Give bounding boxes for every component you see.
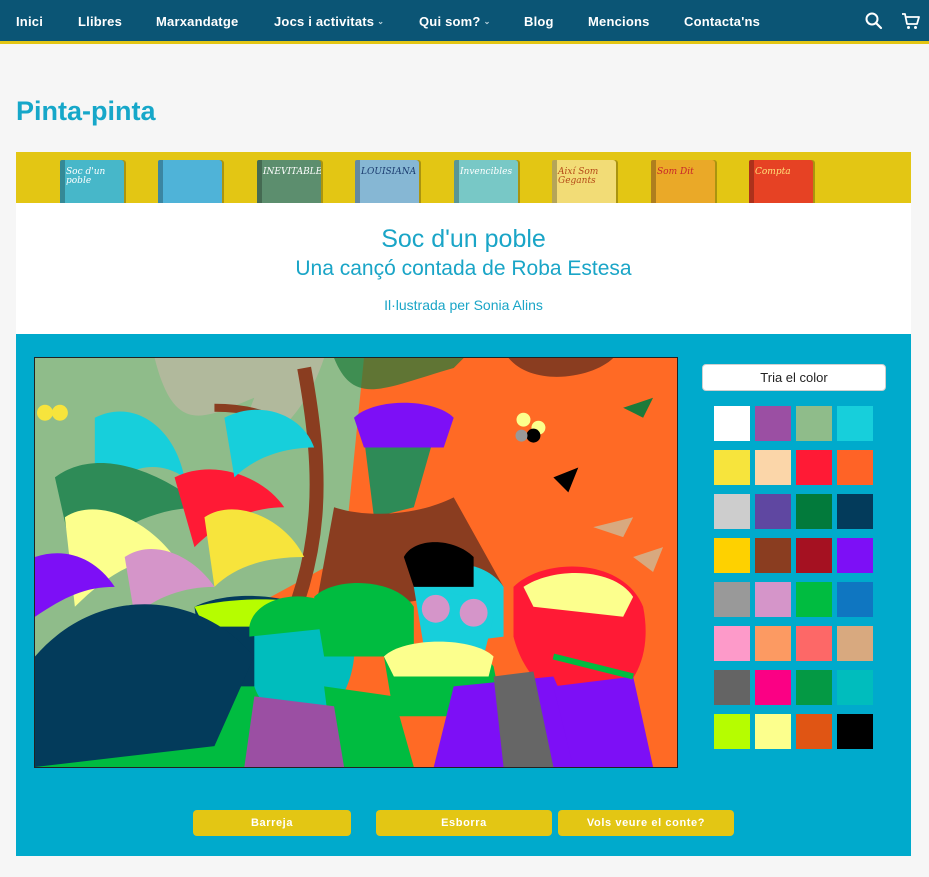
top-navigation: Inici Llibres Marxandatge Jocs i activit… xyxy=(0,0,929,44)
book-cover-title: Compta xyxy=(755,167,791,177)
book-cover[interactable]: Compta xyxy=(749,160,813,203)
coloring-panel: Tria el color Barreja Esborra Vols veure… xyxy=(16,334,911,856)
color-swatch[interactable] xyxy=(755,450,791,485)
nav-label: Blog xyxy=(524,14,554,29)
book-cover[interactable]: Som Dit xyxy=(651,160,715,203)
nav-mencions[interactable]: Mencions xyxy=(588,14,650,29)
color-swatch[interactable] xyxy=(714,714,750,749)
color-swatch[interactable] xyxy=(714,538,750,573)
color-swatch[interactable] xyxy=(837,494,873,529)
cart-icon[interactable] xyxy=(901,11,921,31)
color-swatch[interactable] xyxy=(755,670,791,705)
color-swatch[interactable] xyxy=(796,406,832,441)
coloring-canvas[interactable] xyxy=(34,357,678,768)
color-swatch[interactable] xyxy=(796,670,832,705)
nav-label: Inici xyxy=(16,14,44,29)
color-swatch[interactable] xyxy=(755,538,791,573)
color-swatch[interactable] xyxy=(796,450,832,485)
nav-label: Qui som? xyxy=(419,14,481,29)
color-swatch[interactable] xyxy=(796,626,832,661)
color-swatch[interactable] xyxy=(714,406,750,441)
book-cover[interactable]: Així Som Gegants xyxy=(552,160,616,203)
nav-label: Jocs i activitats xyxy=(274,14,375,29)
color-swatch[interactable] xyxy=(714,626,750,661)
color-swatch[interactable] xyxy=(796,538,832,573)
book-cover-title: INEVITABLE xyxy=(263,167,321,177)
color-swatch[interactable] xyxy=(796,714,832,749)
book-cover-title: Invencibles xyxy=(460,167,513,177)
color-swatch[interactable] xyxy=(755,406,791,441)
book-cover[interactable]: INEVITABLE xyxy=(257,160,321,203)
book-heading: Soc d'un poble Una cançó contada de Roba… xyxy=(16,203,911,334)
book-cover[interactable]: Invencibles xyxy=(454,160,518,203)
nav-blog[interactable]: Blog xyxy=(524,14,554,29)
book-title: Soc d'un poble xyxy=(381,225,546,253)
book-cover[interactable]: LOUISIANA xyxy=(355,160,419,203)
nav-inici[interactable]: Inici xyxy=(16,14,43,29)
color-swatch[interactable] xyxy=(796,582,832,617)
book-cover[interactable] xyxy=(158,160,222,203)
color-swatch[interactable] xyxy=(714,582,750,617)
nav-jocs-i-activitats[interactable]: Jocs i activitats ⌄ xyxy=(274,14,384,29)
nav-marxandatge[interactable]: Marxandatge xyxy=(156,14,238,29)
color-swatch[interactable] xyxy=(837,626,873,661)
book-subtitle: Una cançó contada de Roba Estesa xyxy=(295,257,632,280)
color-swatch[interactable] xyxy=(755,582,791,617)
nav-label: Mencions xyxy=(588,14,650,29)
color-swatch[interactable] xyxy=(837,450,873,485)
color-swatch[interactable] xyxy=(837,670,873,705)
nav-contactans[interactable]: Contacta'ns xyxy=(684,14,760,29)
chevron-down-icon: ⌄ xyxy=(377,17,385,26)
book-cover-title: Així Som Gegants xyxy=(558,167,599,186)
book-cover-title: Soc d'un poble xyxy=(66,167,106,186)
nav-label: Llibres xyxy=(78,14,123,29)
page-title: Pinta-pinta xyxy=(16,96,156,126)
erase-button[interactable]: Esborra xyxy=(376,810,552,836)
color-swatch[interactable] xyxy=(837,582,873,617)
nav-label: Marxandatge xyxy=(156,14,239,29)
book-cover[interactable]: Soc d'un poble xyxy=(60,160,124,203)
view-story-button[interactable]: Vols veure el conte? xyxy=(558,810,734,836)
nav-qui-som[interactable]: Qui som? ⌄ xyxy=(419,14,490,29)
nav-llibres[interactable]: Llibres xyxy=(78,14,122,29)
shuffle-button[interactable]: Barreja xyxy=(193,810,351,836)
color-swatch[interactable] xyxy=(755,494,791,529)
color-swatch[interactable] xyxy=(714,670,750,705)
book-cover-title: Som Dit xyxy=(657,167,694,177)
color-swatch[interactable] xyxy=(837,714,873,749)
books-banner: Soc d'un poble INEVITABLE LOUISIANA Inve… xyxy=(16,152,911,203)
color-swatch[interactable] xyxy=(714,450,750,485)
search-icon[interactable] xyxy=(864,11,884,31)
pick-color-button[interactable]: Tria el color xyxy=(702,364,886,391)
color-swatch[interactable] xyxy=(755,714,791,749)
color-swatch[interactable] xyxy=(837,538,873,573)
book-cover-title: LOUISIANA xyxy=(361,167,417,177)
color-swatch[interactable] xyxy=(796,494,832,529)
color-swatch[interactable] xyxy=(755,626,791,661)
nav-label: Contacta'ns xyxy=(684,14,761,29)
chevron-down-icon: ⌄ xyxy=(483,17,491,26)
illustrator-credit: Il·lustrada per Sonia Alins xyxy=(384,297,543,313)
color-swatch[interactable] xyxy=(714,494,750,529)
color-swatch[interactable] xyxy=(837,406,873,441)
